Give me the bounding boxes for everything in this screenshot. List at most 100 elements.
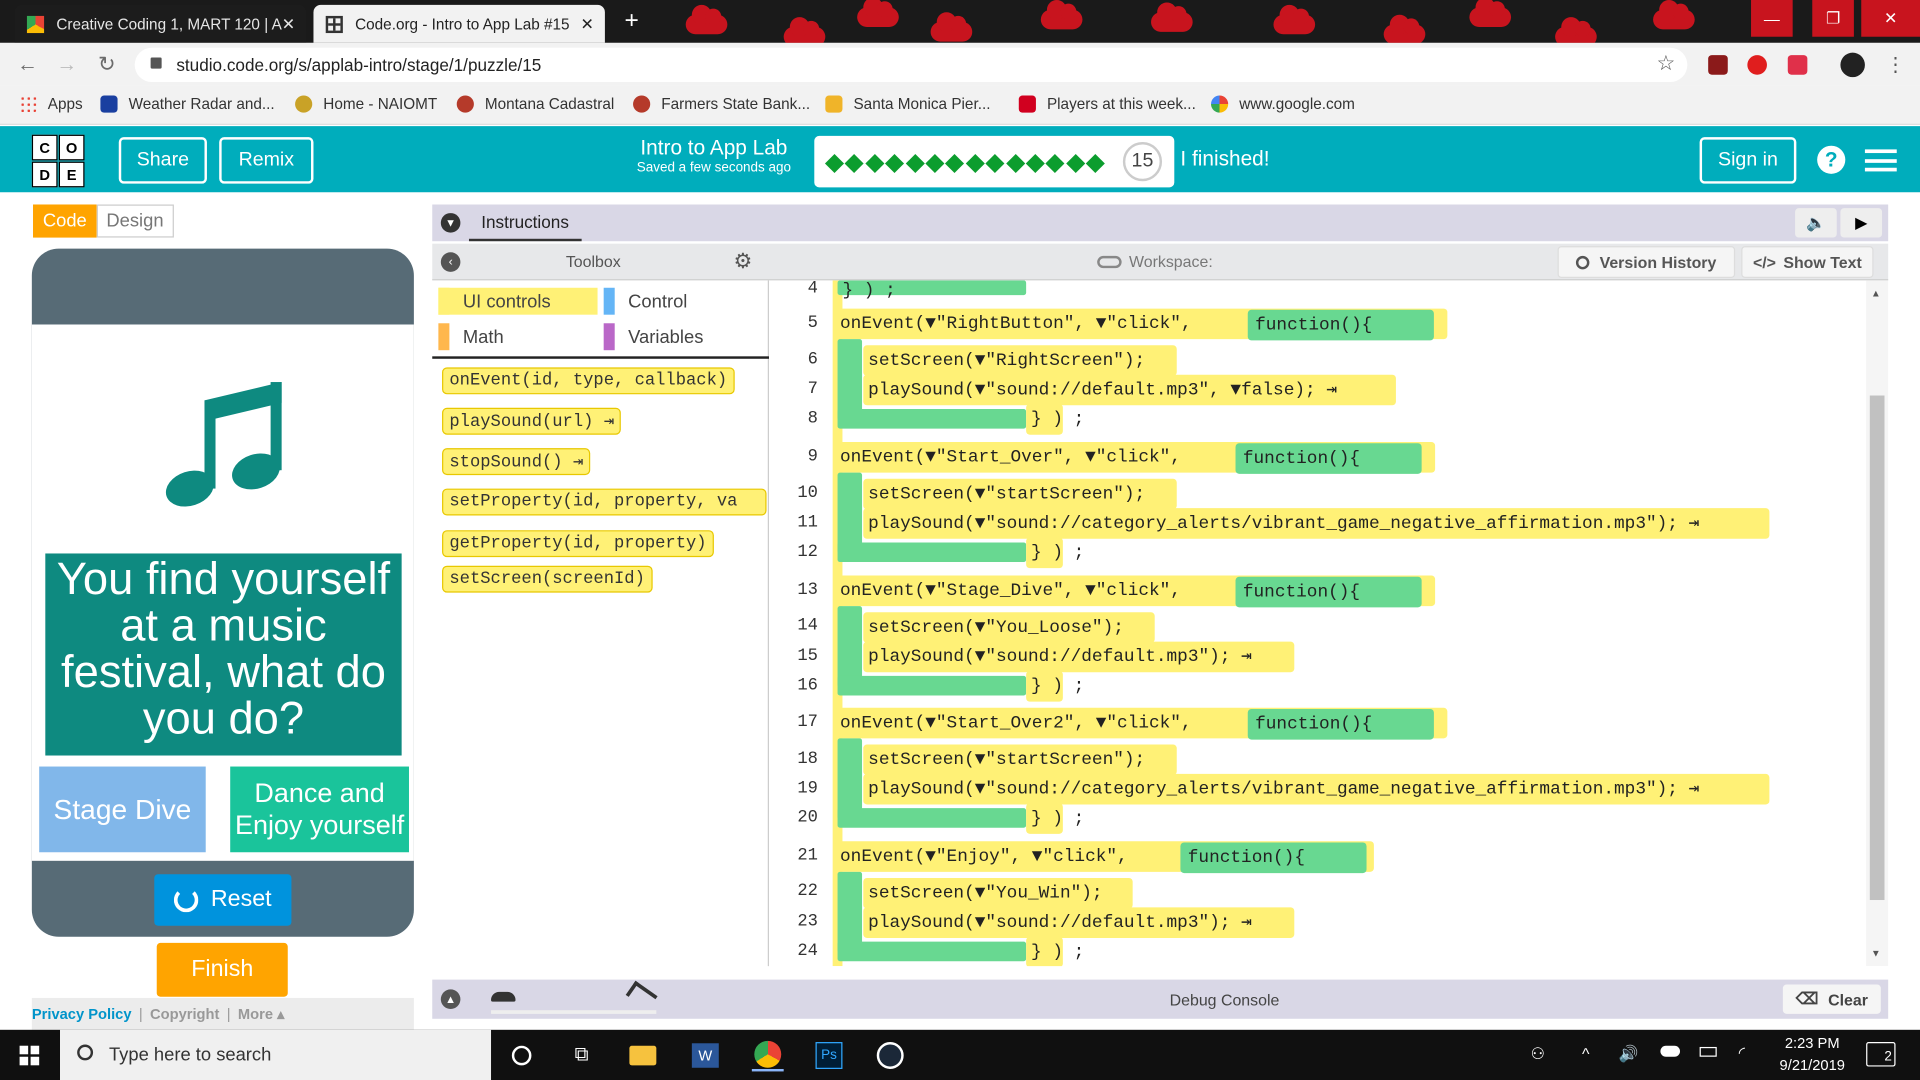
scroll-up-icon[interactable]: ▲ [1871,288,1881,299]
close-tab-icon[interactable]: ✕ [282,15,295,35]
block-setproperty[interactable]: setProperty(id, property, va [442,488,767,516]
clear-console-button[interactable]: ⌫ Clear [1782,984,1881,1014]
copyright-link[interactable]: Copyright [150,1005,219,1022]
stage-dive-button[interactable]: Stage Dive [39,766,206,853]
bookmark-apps[interactable]: Apps [19,95,83,113]
show-text-button[interactable]: </> Show Text [1741,246,1874,278]
clock-date[interactable]: 9/21/2019 [1771,1057,1854,1074]
playsound-block[interactable]: playSound(▼"sound://category_alerts/vibr… [863,773,1770,805]
minimize-icon[interactable]: — [1751,0,1793,37]
progress-dot-completed[interactable] [824,153,845,173]
file-explorer-icon[interactable] [627,1040,659,1072]
bookmark-players[interactable]: Players at this week... [1018,95,1196,113]
collapse-chevron-icon[interactable]: ▼ [440,213,461,233]
function-block[interactable]: function(){ [1235,443,1422,474]
back-arrow-icon[interactable]: ← [17,53,38,77]
windows-start-icon[interactable] [19,1045,40,1066]
notification-center-icon[interactable]: 2 [1866,1042,1896,1067]
block-setscreen[interactable]: setScreen(screenId) [442,565,653,593]
playsound-block[interactable]: playSound(▼"sound://default.mp3", ▼false… [863,374,1396,406]
setscreen-block[interactable]: setScreen(▼"startScreen"); [863,744,1177,776]
scroll-down-icon[interactable]: ▼ [1871,948,1881,959]
photoshop-icon[interactable]: Ps [813,1040,845,1072]
battery-icon[interactable] [1699,1046,1717,1057]
bookmark-google[interactable]: www.google.com [1211,95,1355,113]
sign-in-button[interactable]: Sign in [1699,137,1797,184]
steam-icon[interactable] [874,1040,906,1072]
word-icon[interactable]: W [689,1040,721,1072]
progress-dot-completed[interactable] [1065,153,1085,173]
progress-dot-completed[interactable] [905,153,925,173]
progress-dot-completed[interactable] [885,153,905,173]
profile-avatar[interactable] [1840,52,1865,78]
address-bar[interactable]: studio.code.org/s/applab-intro/stage/1/p… [134,47,1688,83]
progress-dot-completed[interactable] [965,153,985,173]
setscreen-block[interactable]: setScreen(▼"startScreen"); [863,478,1177,510]
bookmark-naiomt[interactable]: Home - NAIOMT [295,95,437,113]
close-tab-icon[interactable]: ✕ [581,15,594,35]
audio-speaker-icon[interactable]: 🔈 [1795,208,1837,238]
code-workspace[interactable]: 4 5 6 7 8 9 10 11 12 13 14 15 16 17 18 1… [768,280,1889,967]
bookmark-santa-monica[interactable]: Santa Monica Pier... [825,95,990,113]
progress-dot-completed[interactable] [1005,153,1025,173]
category-ui-controls[interactable]: UI controls [438,287,598,315]
code-org-logo[interactable]: C O D E [31,134,85,188]
taskbar-search-input[interactable]: Type here to search [60,1029,492,1080]
browser-tab-active[interactable]: Code.org - Intro to App Lab #15 ✕ [313,4,605,43]
workspace-scrollbar[interactable]: ▲ ▼ [1866,280,1889,967]
people-icon[interactable]: ⚇ [1531,1044,1545,1064]
progress-dot-completed[interactable] [845,153,865,173]
category-control[interactable]: Control [603,287,763,315]
version-history-button[interactable]: Version History [1557,246,1736,278]
remix-button[interactable]: Remix [219,137,314,184]
show-hidden-icons-chevron[interactable]: ^ [1582,1044,1589,1062]
menu-kebab-icon[interactable]: ⋮ [1886,53,1906,77]
progress-dot-completed[interactable] [1086,153,1106,173]
tab-instructions[interactable]: Instructions [468,204,582,242]
playsound-block[interactable]: playSound(▼"sound://default.mp3"); ⇥ [863,907,1295,938]
extension-icon[interactable] [1747,55,1767,75]
progress-dot-completed[interactable] [1045,153,1065,173]
clock-time[interactable]: 2:23 PM [1771,1035,1854,1052]
block-playsound[interactable]: playSound(url) ⇥ [442,407,622,435]
task-view-icon[interactable]: ⧉ [566,1040,598,1072]
category-variables[interactable]: Variables [603,323,763,351]
reset-button[interactable]: Reset [154,874,292,926]
help-icon[interactable]: ? [1817,145,1846,174]
onedrive-cloud-icon[interactable] [1660,1045,1681,1057]
browser-tab-inactive[interactable]: Creative Coding 1, MART 120 | A ✕ [14,4,307,43]
function-block[interactable]: function(){ [1180,842,1367,874]
progress-dot-completed[interactable] [925,153,945,173]
playsound-block[interactable]: playSound(▼"sound://default.mp3"); ⇥ [863,641,1295,673]
bookmark-montana-cadastral[interactable]: Montana Cadastral [456,95,614,113]
design-mode-button[interactable]: Design [96,204,174,238]
chrome-icon[interactable] [751,1040,784,1072]
pocket-icon[interactable] [1787,55,1808,75]
block-getproperty[interactable]: getProperty(id, property) [442,530,714,558]
progress-dot-completed[interactable] [865,153,885,173]
finish-button[interactable]: Finish [156,942,288,997]
progress-dot-completed[interactable] [945,153,965,173]
restore-icon[interactable]: ❐ [1812,0,1854,37]
volume-icon[interactable]: 🔊 [1619,1044,1639,1064]
code-mode-button[interactable]: Code [33,204,97,238]
bookmark-weather[interactable]: Weather Radar and... [100,95,275,113]
forward-arrow-icon[interactable]: → [56,53,77,77]
setscreen-block[interactable]: setScreen(▼"You_Loose"); [863,612,1155,643]
reload-icon[interactable]: ↻ [98,53,115,77]
category-math[interactable]: Math [438,323,597,351]
playsound-block[interactable]: playSound(▼"sound://category_alerts/vibr… [863,508,1770,539]
share-button[interactable]: Share [118,137,207,184]
dance-enjoy-button[interactable]: Dance and Enjoy yourself [230,766,409,853]
wifi-icon[interactable]: ◜ [1739,1043,1745,1063]
block-onevent[interactable]: onEvent(id, type, callback) [442,367,735,395]
current-level-badge[interactable]: 15 [1122,142,1163,182]
hamburger-menu-icon[interactable] [1864,149,1897,172]
progress-dot-completed[interactable] [985,153,1005,173]
gear-icon[interactable]: ⚙ [733,250,752,274]
privacy-policy-link[interactable]: Privacy Policy [32,1005,132,1022]
cortana-icon[interactable] [506,1040,538,1072]
function-block[interactable]: function(){ [1247,708,1434,740]
setscreen-block[interactable]: setScreen(▼"You_Win"); [863,877,1133,909]
block-stopsound[interactable]: stopSound() ⇥ [442,448,591,476]
